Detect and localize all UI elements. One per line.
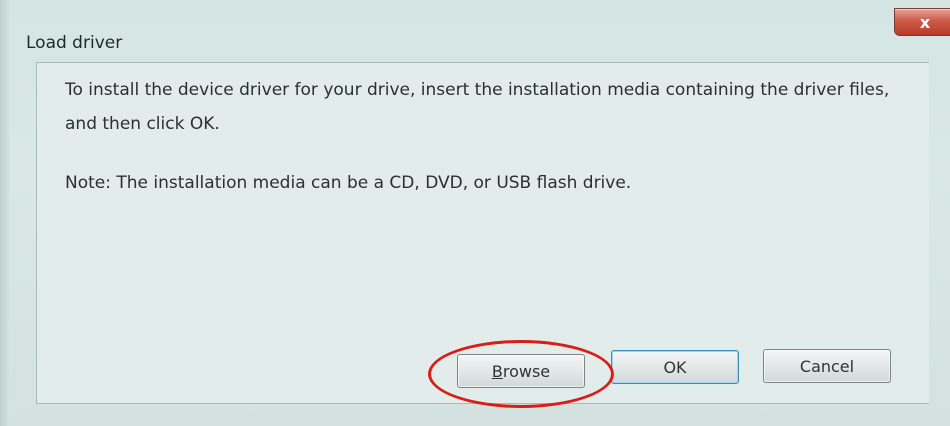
browse-button-label: Browse bbox=[491, 361, 551, 381]
ok-button[interactable]: OK bbox=[611, 350, 739, 384]
ok-button-label: OK bbox=[663, 357, 687, 377]
load-driver-dialog: Load driver x To install the device driv… bbox=[0, 0, 950, 426]
note-text: Note: The installation media can be a CD… bbox=[65, 173, 632, 193]
window-left-frame bbox=[0, 0, 10, 426]
browse-button[interactable]: Browse bbox=[457, 354, 585, 388]
instruction-text: To install the device driver for your dr… bbox=[65, 80, 890, 134]
cancel-button-label: Cancel bbox=[799, 356, 855, 376]
title-bar[interactable]: Load driver x bbox=[10, 0, 950, 62]
close-button[interactable]: x bbox=[894, 8, 950, 36]
dialog-content: To install the device driver for your dr… bbox=[36, 62, 929, 404]
window-title: Load driver bbox=[26, 33, 123, 53]
cancel-button[interactable]: Cancel bbox=[763, 349, 891, 383]
close-icon: x bbox=[919, 12, 931, 32]
